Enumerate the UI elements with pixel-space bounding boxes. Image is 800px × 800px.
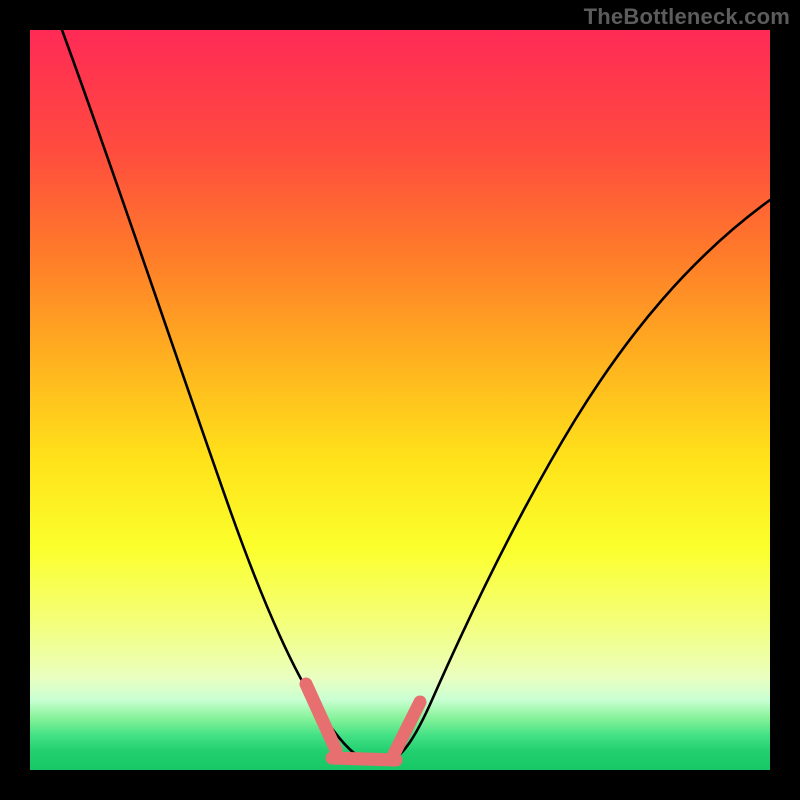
watermark-text: TheBottleneck.com [584,4,790,30]
chart-stage: TheBottleneck.com [0,0,800,800]
plot-background [30,30,770,770]
chart-svg [0,0,800,800]
